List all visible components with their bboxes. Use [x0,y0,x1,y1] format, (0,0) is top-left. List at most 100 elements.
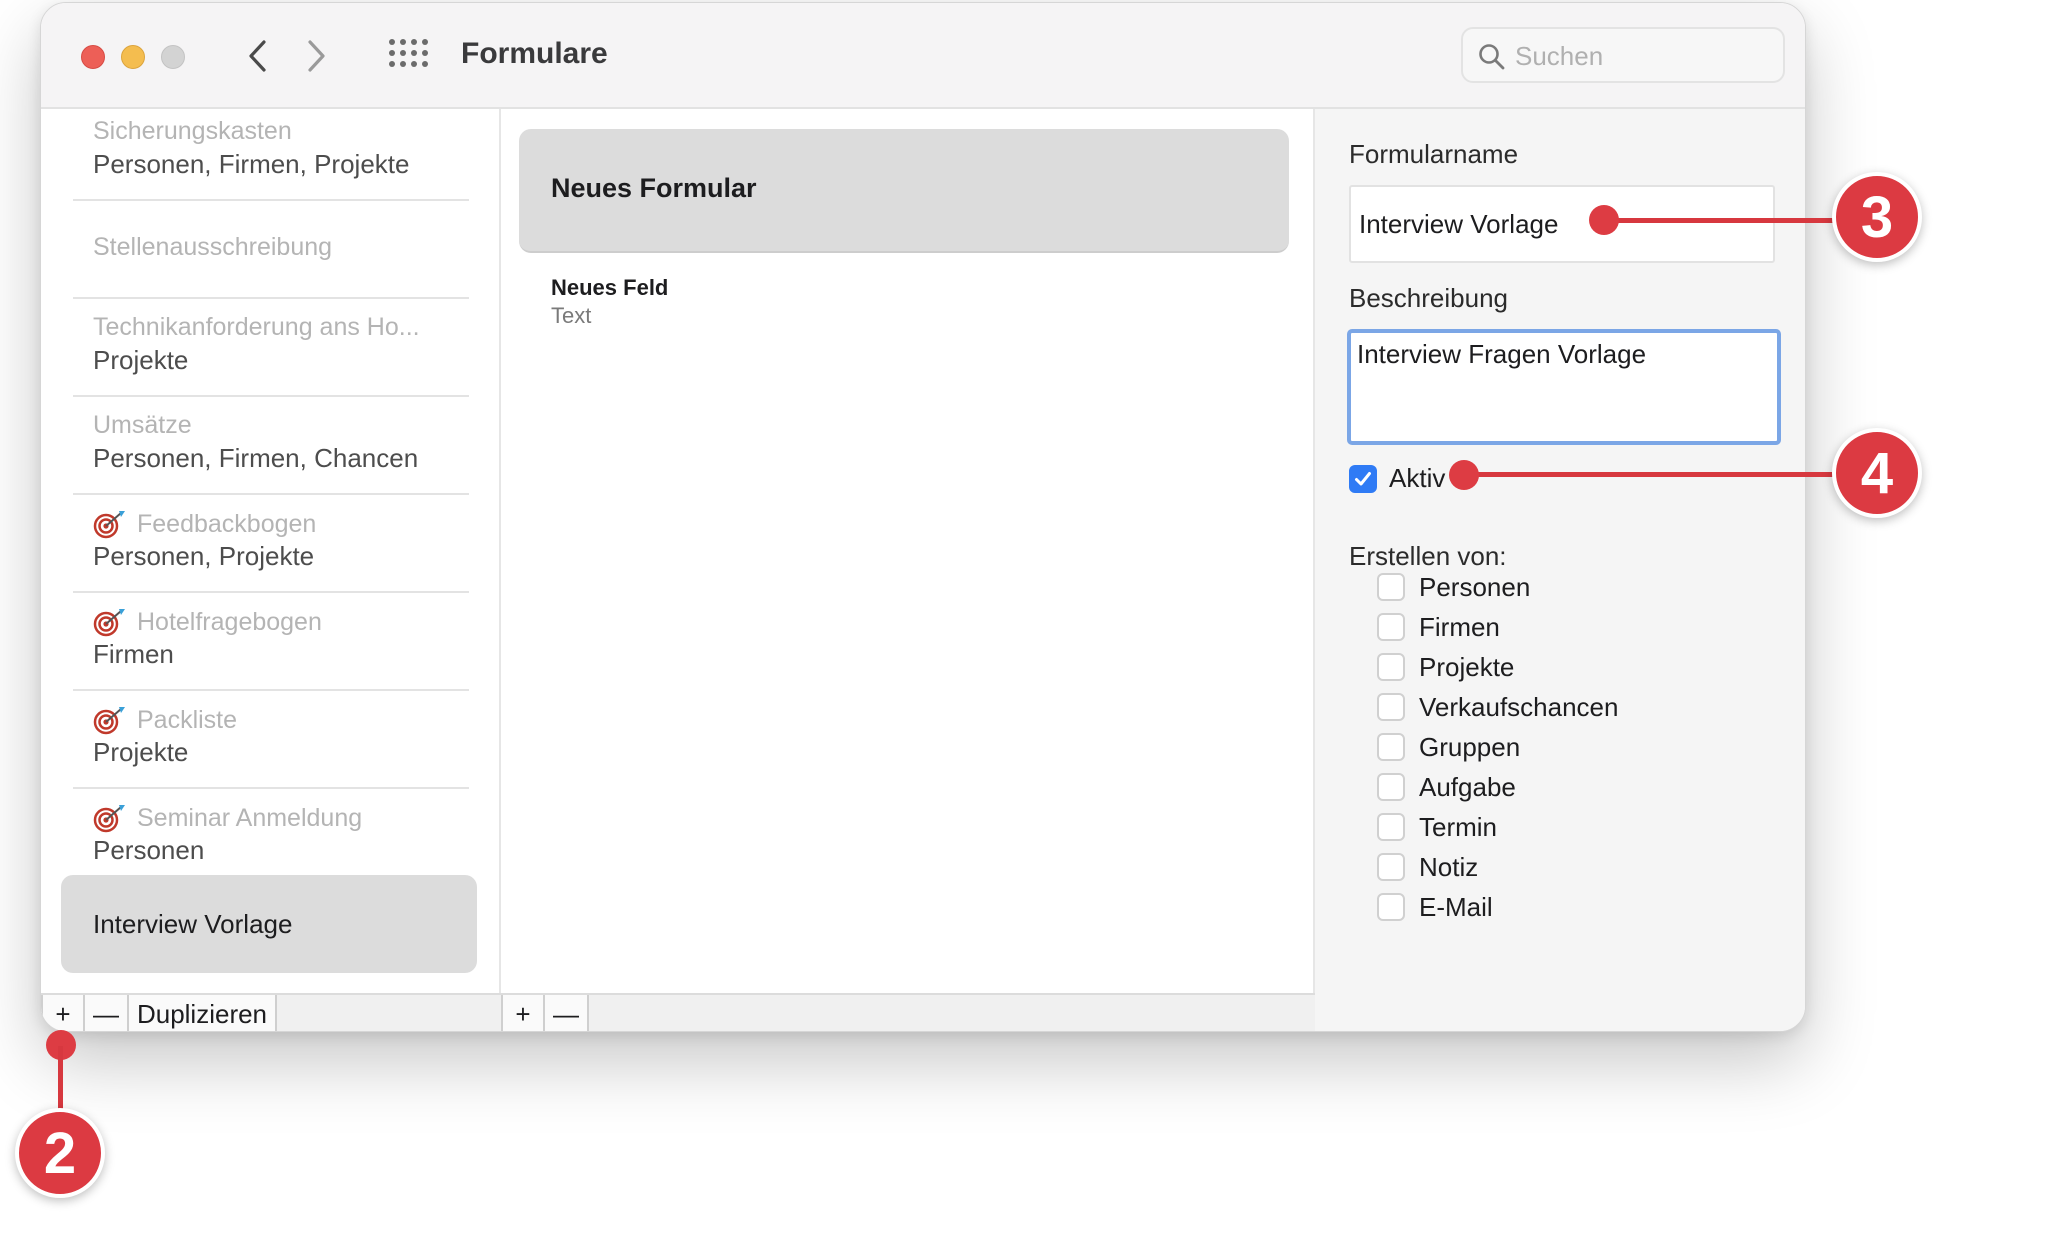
create-from-option[interactable]: Notiz [1377,849,1478,885]
form-types: Personen, Firmen, Projekte [93,149,410,179]
form-types: Firmen [93,639,174,669]
form-name: Packliste [137,705,238,734]
remove-field-button[interactable]: — [545,995,589,1031]
list-item[interactable]: Packliste Projekte [73,691,469,789]
grid-dot-icon [400,61,406,67]
target-icon [93,803,127,833]
list-item[interactable]: Stellenausschreibung [73,201,469,299]
form-name: Seminar Anmeldung [137,803,363,832]
form-inspector: Formularname Beschreibung Interview Frag… [1315,109,1805,1031]
grid-view-button[interactable] [389,39,429,73]
grid-dot-icon [411,50,417,56]
chevron-left-icon [249,40,266,72]
add-form-button[interactable]: + [41,995,85,1031]
list-item[interactable]: Seminar Anmeldung Personen [73,789,469,887]
checkbox[interactable] [1377,773,1405,801]
form-header[interactable]: Neues Formular [519,129,1289,253]
form-types: Projekte [93,737,189,767]
description-field[interactable]: Interview Fragen Vorlage [1347,329,1781,445]
callout-line-4 [1462,472,1840,477]
form-title-row: Seminar Anmeldung [93,803,362,833]
checkbox[interactable] [1377,853,1405,881]
form-name: Feedbackbogen [137,509,317,538]
form-name-field[interactable] [1349,185,1775,263]
active-checkbox[interactable] [1349,465,1377,493]
grid-dot-icon [400,50,406,56]
remove-form-button[interactable]: — [85,995,129,1031]
selected-form-item[interactable]: Interview Vorlage [61,875,477,973]
list-item[interactable]: Umsätze Personen, Firmen, Chancen [73,397,469,495]
form-title-row: Packliste [93,705,237,735]
form-types: Personen [93,835,205,865]
form-title-row: Hotelfragebogen [93,607,322,637]
search-field[interactable] [1461,27,1785,83]
list-item[interactable]: Feedbackbogen Personen, Projekte [73,495,469,593]
create-from-option[interactable]: Aufgabe [1377,769,1516,805]
create-from-option[interactable]: Firmen [1377,609,1500,645]
callout-line-3 [1604,218,1840,223]
list-item[interactable]: Sicherungskasten Personen, Firmen, Proje… [73,109,469,201]
forward-button[interactable] [297,33,337,79]
grid-dot-icon [411,61,417,67]
chevron-right-icon [308,40,325,72]
option-label: Verkaufschancen [1419,691,1619,722]
app-window: Formulare Sicherungskasten Personen, Fir… [40,2,1806,1032]
close-window-button[interactable] [81,45,105,69]
title-bar: Formulare [41,3,1805,109]
checkbox[interactable] [1377,613,1405,641]
form-name: Sicherungskasten [93,117,292,145]
option-label: Aufgabe [1419,771,1516,802]
add-field-button[interactable]: + [501,995,545,1031]
checkbox[interactable] [1377,893,1405,921]
form-name-label: Formularname [1349,139,1519,169]
create-from-option[interactable]: Gruppen [1377,729,1520,765]
grid-dot-icon [389,61,395,67]
grid-dot-icon [389,39,395,45]
callout-badge-3: 3 [1832,172,1922,262]
back-button[interactable] [237,33,277,79]
grid-dot-icon [422,61,428,67]
create-from-option[interactable]: Verkaufschancen [1377,689,1618,725]
field-name[interactable]: Neues Feld [551,275,668,301]
option-label: Gruppen [1419,731,1521,762]
target-icon [93,509,127,539]
form-types: Projekte [93,345,189,375]
grid-dot-icon [422,50,428,56]
sidebar-toolbar: + — Duplizieren [41,993,501,1031]
stage: Formulare Sicherungskasten Personen, Fir… [0,0,2060,1250]
checkbox[interactable] [1377,573,1405,601]
checkbox[interactable] [1377,733,1405,761]
list-item[interactable]: Technikanforderung ans Ho... Projekte [73,299,469,397]
create-from-option[interactable]: Personen [1377,569,1530,605]
callout-dot-3 [1589,205,1619,235]
fields-toolbar: + — [501,993,1315,1031]
grid-dot-icon [400,39,406,45]
minimize-window-button[interactable] [121,45,145,69]
create-from-option[interactable]: Projekte [1377,649,1514,685]
duplicate-form-button[interactable]: Duplizieren [129,995,277,1031]
form-title-row: Feedbackbogen [93,509,316,539]
checkbox[interactable] [1377,693,1405,721]
callout-line-2 [58,1046,63,1116]
checkbox[interactable] [1377,813,1405,841]
list-item[interactable]: Hotelfragebogen Firmen [73,593,469,691]
search-input[interactable] [1515,39,1775,73]
option-label: Termin [1419,811,1498,842]
option-label: E-Mail [1419,891,1493,922]
target-icon [93,705,127,735]
option-label: Projekte [1419,651,1515,682]
form-name: Umsätze [93,411,192,439]
search-icon [1479,44,1505,70]
checkmark-icon [1355,472,1371,486]
forms-sidebar: Sicherungskasten Personen, Firmen, Proje… [41,109,501,993]
create-from-option[interactable]: E-Mail [1377,889,1493,925]
checkbox[interactable] [1377,653,1405,681]
active-label: Aktiv [1389,463,1446,493]
zoom-window-button[interactable] [161,45,185,69]
callout-badge-4: 4 [1832,428,1922,518]
create-from-option[interactable]: Termin [1377,809,1497,845]
form-name: Stellenausschreibung [93,233,333,261]
field-type: Text [551,303,592,328]
grid-dot-icon [389,50,395,56]
form-types: Personen, Projekte [93,541,315,571]
